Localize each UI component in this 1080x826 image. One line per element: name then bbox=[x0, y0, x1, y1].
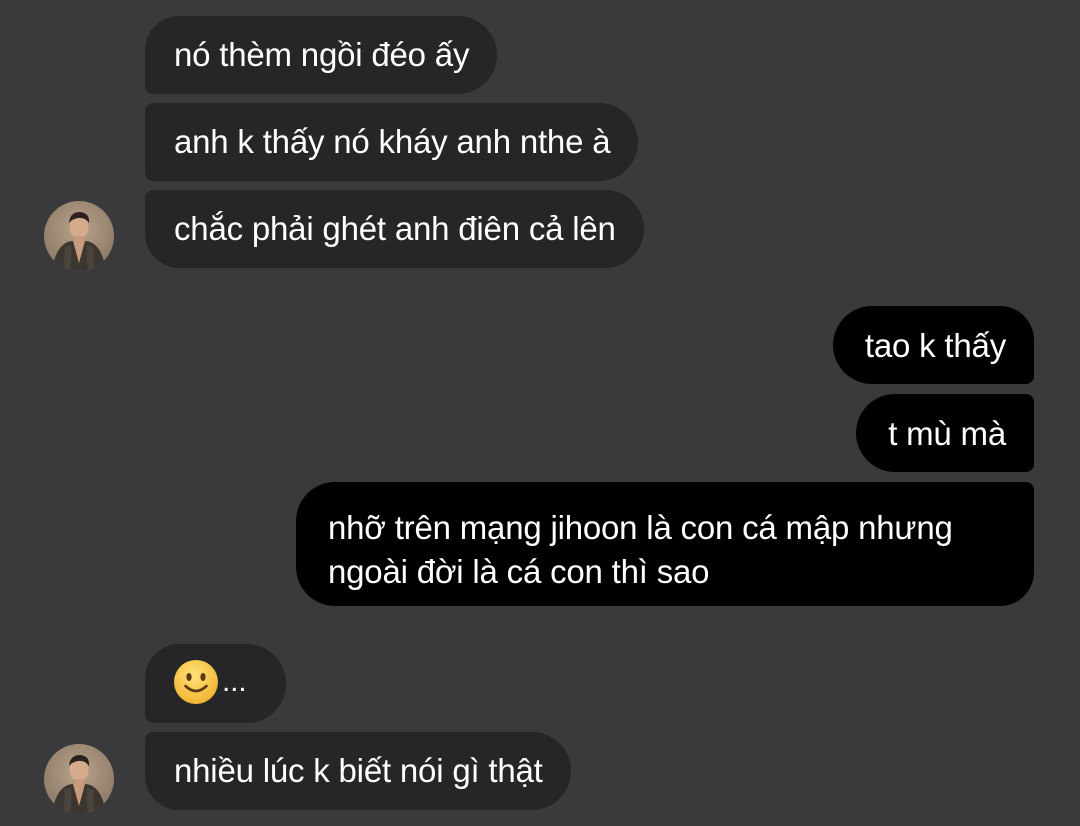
contact-avatar[interactable] bbox=[44, 744, 114, 814]
contact-avatar[interactable] bbox=[44, 201, 114, 271]
message-text: nó thèm ngồi đéo ấy bbox=[174, 36, 470, 73]
avatar-photo bbox=[44, 744, 114, 814]
message-text: tao k thấy bbox=[864, 327, 1006, 364]
message-text: nhỡ trên mạng jihoon là con cá mập nhưng… bbox=[328, 509, 953, 590]
message-text: anh k thấy nó kháy anh nthe à bbox=[174, 123, 611, 160]
slightly-smiling-face-icon bbox=[174, 660, 218, 705]
incoming-message-bubble[interactable]: chắc phải ghét anh điên cả lên bbox=[145, 190, 644, 268]
message-text: nhiều lúc k biết nói gì thật bbox=[174, 752, 543, 789]
outgoing-message-bubble[interactable]: t mù mà bbox=[856, 394, 1034, 472]
message-text: t mù mà bbox=[888, 415, 1006, 452]
incoming-message-bubble[interactable]: ... bbox=[145, 644, 286, 723]
chat-thread: nó thèm ngồi đéo ấy anh k thấy nó kháy a… bbox=[0, 0, 1080, 826]
outgoing-message-bubble[interactable]: tao k thấy bbox=[832, 306, 1034, 384]
avatar-photo bbox=[44, 201, 114, 271]
message-text: chắc phải ghét anh điên cả lên bbox=[174, 210, 616, 247]
incoming-message-bubble[interactable]: nhiều lúc k biết nói gì thật bbox=[145, 732, 571, 810]
incoming-message-bubble[interactable]: anh k thấy nó kháy anh nthe à bbox=[145, 103, 639, 181]
outgoing-message-bubble[interactable]: nhỡ trên mạng jihoon là con cá mập nhưng… bbox=[296, 482, 1034, 606]
incoming-message-bubble[interactable]: nó thèm ngồi đéo ấy bbox=[145, 16, 498, 94]
message-text: ... bbox=[222, 665, 247, 699]
